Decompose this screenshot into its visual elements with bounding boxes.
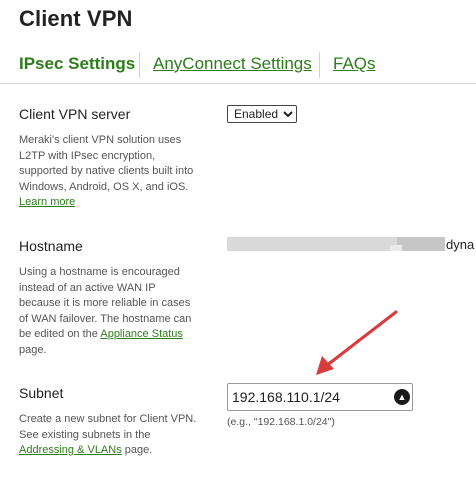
subnet-example: (e.g., "192.168.1.0/24") (227, 416, 335, 428)
tabs-divider (0, 83, 476, 84)
subnet-input-value[interactable]: 192.168.110.1/24 (232, 389, 340, 405)
annotation-arrow-shaft (324, 310, 398, 368)
annotation-arrow-head (316, 356, 334, 375)
subnet-label: Subnet (19, 385, 64, 401)
tab-separator (319, 52, 320, 78)
addressing-vlans-link[interactable]: Addressing & VLANs (19, 444, 122, 456)
tab-separator (139, 52, 140, 78)
hostname-label: Hostname (19, 238, 83, 254)
tab-ipsec-settings[interactable]: IPsec Settings (19, 54, 135, 74)
hostname-redacted-value (390, 245, 402, 251)
password-manager-icon[interactable]: ▲ (394, 389, 410, 405)
hostname-help: Using a hostname is encouraged instead o… (19, 265, 197, 358)
tab-faqs[interactable]: FAQs (333, 54, 376, 74)
subnet-help-text: Create a new subnet for Client VPN. See … (19, 413, 197, 441)
tab-anyconnect-settings[interactable]: AnyConnect Settings (153, 54, 312, 74)
client-vpn-server-help-text: Meraki's client VPN solution uses L2TP w… (19, 134, 194, 193)
hostname-value: dyna (446, 237, 475, 252)
page-title: Client VPN (19, 6, 133, 31)
subnet-help-text-end: page. (124, 444, 153, 456)
hostname-help-text-end: page. (19, 343, 47, 356)
client-vpn-server-help: Meraki's client VPN solution uses L2TP w… (19, 133, 197, 211)
appliance-status-link[interactable]: Appliance Status (100, 328, 183, 340)
subnet-help: Create a new subnet for Client VPN. See … (19, 412, 197, 459)
hostname-redacted-value (397, 237, 445, 251)
hostname-redacted-value (227, 237, 397, 251)
learn-more-link[interactable]: Learn more (19, 196, 75, 208)
client-vpn-server-label: Client VPN server (19, 106, 131, 122)
client-vpn-server-select[interactable]: Enabled (227, 105, 297, 123)
